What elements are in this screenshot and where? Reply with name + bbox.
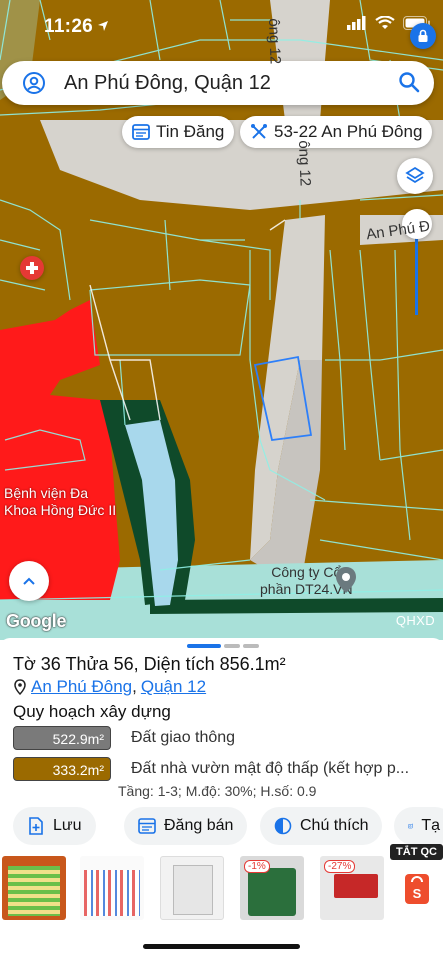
layers-button[interactable]: [397, 158, 433, 194]
road-label-side: ông 12: [295, 140, 314, 187]
planning-map[interactable]: 11:26 An Phú Đông, Quận 12 Tin Đăng 53-2…: [0, 0, 443, 640]
google-logo: Google: [6, 611, 67, 631]
zone-detail: Tầng: 1-3; M.độ: 30%; H.số: 0.9: [118, 783, 317, 799]
zone-row-road: 522.9m² Đất giao thông: [13, 726, 235, 750]
zone-name: Đất nhà vườn mật độ thấp (kết hợp p...: [131, 760, 410, 777]
list-icon: [132, 124, 150, 140]
post-for-sale-button[interactable]: Đăng bán: [124, 807, 248, 845]
home-indicator: [143, 944, 300, 949]
hospital-label-line-2: Khoa Hồng Đức II: [4, 502, 117, 518]
discount-badge: -1%: [244, 860, 270, 873]
hospital-label: Bệnh viện Đa Khoa Hồng Đức II: [4, 485, 116, 519]
list-icon: [138, 818, 156, 834]
ad-banner[interactable]: TẮT QC -1% -27% S: [0, 844, 443, 924]
medical-icon: [26, 262, 38, 274]
legend-button[interactable]: Chú thích: [260, 807, 383, 845]
app-root: 11:26 An Phú Đông, Quận 12 Tin Đăng 53-2…: [0, 0, 443, 959]
location-lock-button[interactable]: [410, 23, 436, 49]
zone-name: Đất giao thông: [131, 729, 236, 746]
search-bar[interactable]: An Phú Đông, Quận 12: [2, 61, 434, 105]
expand-up-button[interactable]: [9, 561, 49, 601]
zone-area-badge: 522.9m²: [13, 726, 111, 750]
location-pin-icon: [14, 679, 26, 695]
parcel-location: An Phú Đông , Quận 12: [13, 677, 206, 697]
add-document-icon: [29, 817, 43, 835]
sheet-handle[interactable]: [187, 644, 259, 648]
planning-chip[interactable]: 53-22 An Phú Đông: [240, 116, 433, 148]
location-separator: ,: [132, 677, 137, 696]
location-arrow-icon: [97, 19, 109, 37]
add-photo-icon: [408, 823, 413, 829]
more-action-button[interactable]: Tạ: [394, 807, 443, 845]
close-ads-button[interactable]: TẮT QC: [390, 844, 443, 860]
place-pin-icon[interactable]: [336, 567, 356, 598]
road-label-top: ông 12: [265, 18, 284, 65]
save-button[interactable]: Lưu: [13, 807, 96, 845]
wifi-icon: [375, 15, 395, 35]
svg-text:S: S: [413, 886, 422, 901]
chevron-up-icon: [23, 577, 35, 585]
ad-thumbnail[interactable]: [160, 856, 224, 920]
layers-icon: [405, 166, 425, 184]
discount-badge: -27%: [324, 860, 356, 873]
parcel-info-sheet: Tờ 36 Thửa 56, Diện tích 856.1m² An Phú …: [0, 638, 443, 959]
zone-area-badge: 333.2m²: [13, 757, 111, 781]
tools-icon: [251, 124, 267, 139]
signal-icon: [347, 16, 367, 35]
hospital-label-line-1: Bệnh viện Đa: [4, 485, 89, 501]
medical-marker[interactable]: [20, 256, 44, 280]
status-time: 11:26: [44, 16, 94, 37]
shopping-bag-icon[interactable]: S: [405, 874, 429, 904]
ad-thumbnail[interactable]: -1%: [240, 856, 304, 920]
legend-button-label: Chú thích: [300, 817, 369, 834]
ad-thumbnail[interactable]: [80, 856, 144, 920]
planning-heading: Quy hoạch xây dựng: [13, 702, 171, 721]
post-for-sale-label: Đăng bán: [164, 817, 234, 834]
lock-icon: [418, 29, 428, 42]
zone-row-residential: 333.2m² Đất nhà vườn mật độ thấp (kết hợ…: [13, 757, 409, 781]
district-link[interactable]: Quận 12: [141, 677, 206, 697]
listing-chip-label: Tin Đăng: [156, 122, 225, 141]
planning-chip-label: 53-22 An Phú Đông: [274, 122, 423, 141]
status-bar: 11:26: [0, 12, 443, 42]
more-action-label: Tạ: [421, 817, 440, 834]
search-input[interactable]: An Phú Đông, Quận 12: [64, 72, 271, 95]
parcel-title: Tờ 36 Thửa 56, Diện tích 856.1m²: [13, 654, 286, 674]
layer-code-label: QHXD: [395, 613, 435, 628]
contrast-icon: [274, 817, 292, 835]
ad-thumbnail[interactable]: -27%: [320, 856, 384, 920]
listing-chip[interactable]: Tin Đăng: [122, 116, 235, 148]
user-circle-icon[interactable]: [22, 71, 46, 100]
save-button-label: Lưu: [53, 817, 82, 834]
ad-thumbnail[interactable]: [2, 856, 66, 920]
opacity-slider-track[interactable]: [415, 230, 418, 315]
search-icon[interactable]: [398, 71, 420, 98]
ward-link[interactable]: An Phú Đông: [31, 677, 132, 697]
